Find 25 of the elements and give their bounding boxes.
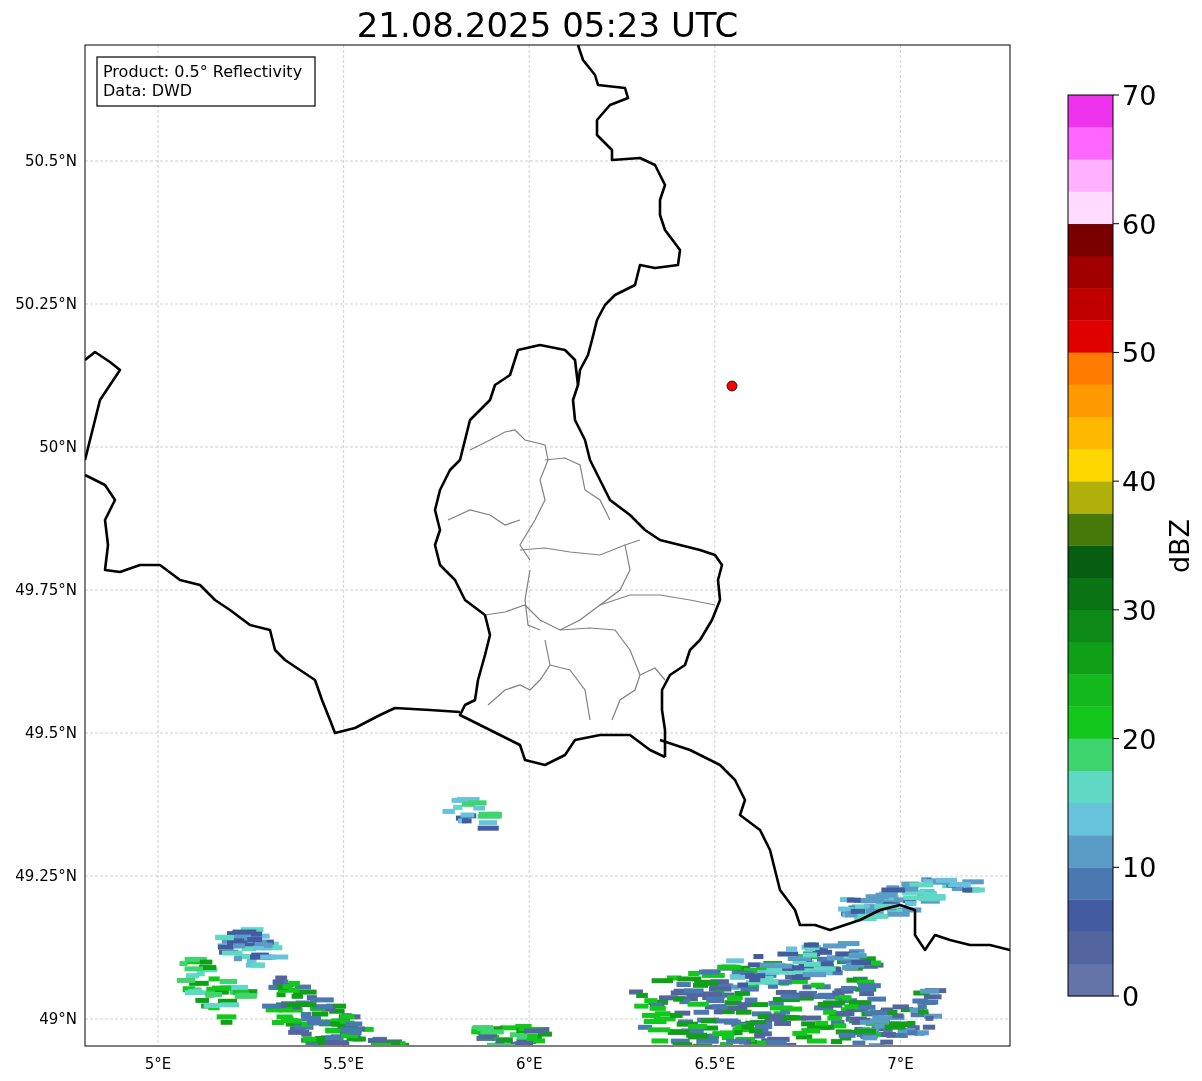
longitude-label: 6°E	[515, 1055, 543, 1073]
info-line: Data: DWD	[103, 81, 193, 100]
colorbar-label: dBZ	[1164, 518, 1195, 574]
latitude-label: 49.25°N	[15, 867, 77, 885]
colorbar-tick-label: 10	[1122, 852, 1157, 884]
latitude-label: 49.75°N	[15, 581, 77, 599]
colorbar-tick-label: 50	[1122, 337, 1157, 369]
colorbar-tick-label: 30	[1122, 594, 1157, 626]
info-line: Product: 0.5° Reflectivity	[103, 62, 303, 81]
longitude-label: 6.5°E	[694, 1055, 736, 1073]
latitude-label: 49°N	[39, 1010, 77, 1028]
latitude-label: 49.5°N	[24, 724, 77, 742]
latitude-label: 50.5°N	[24, 152, 77, 170]
colorbar-tick-label: 60	[1122, 208, 1157, 240]
longitude-label: 7°E	[887, 1055, 914, 1073]
latitude-label: 50°N	[39, 438, 77, 456]
colorbar-tick-label: 20	[1122, 723, 1157, 755]
latitude-label: 50.25°N	[15, 295, 77, 313]
chart-title: 21.08.2025 05:23 UTC	[356, 5, 739, 45]
longitude-label: 5°E	[144, 1055, 172, 1073]
colorbar-tick-label: 70	[1122, 80, 1157, 111]
colorbar-tick-label: 0	[1122, 981, 1140, 1012]
longitude-label: 5.5°E	[323, 1055, 364, 1073]
station-marker	[726, 380, 738, 392]
colorbar-tick-label: 40	[1122, 466, 1157, 498]
